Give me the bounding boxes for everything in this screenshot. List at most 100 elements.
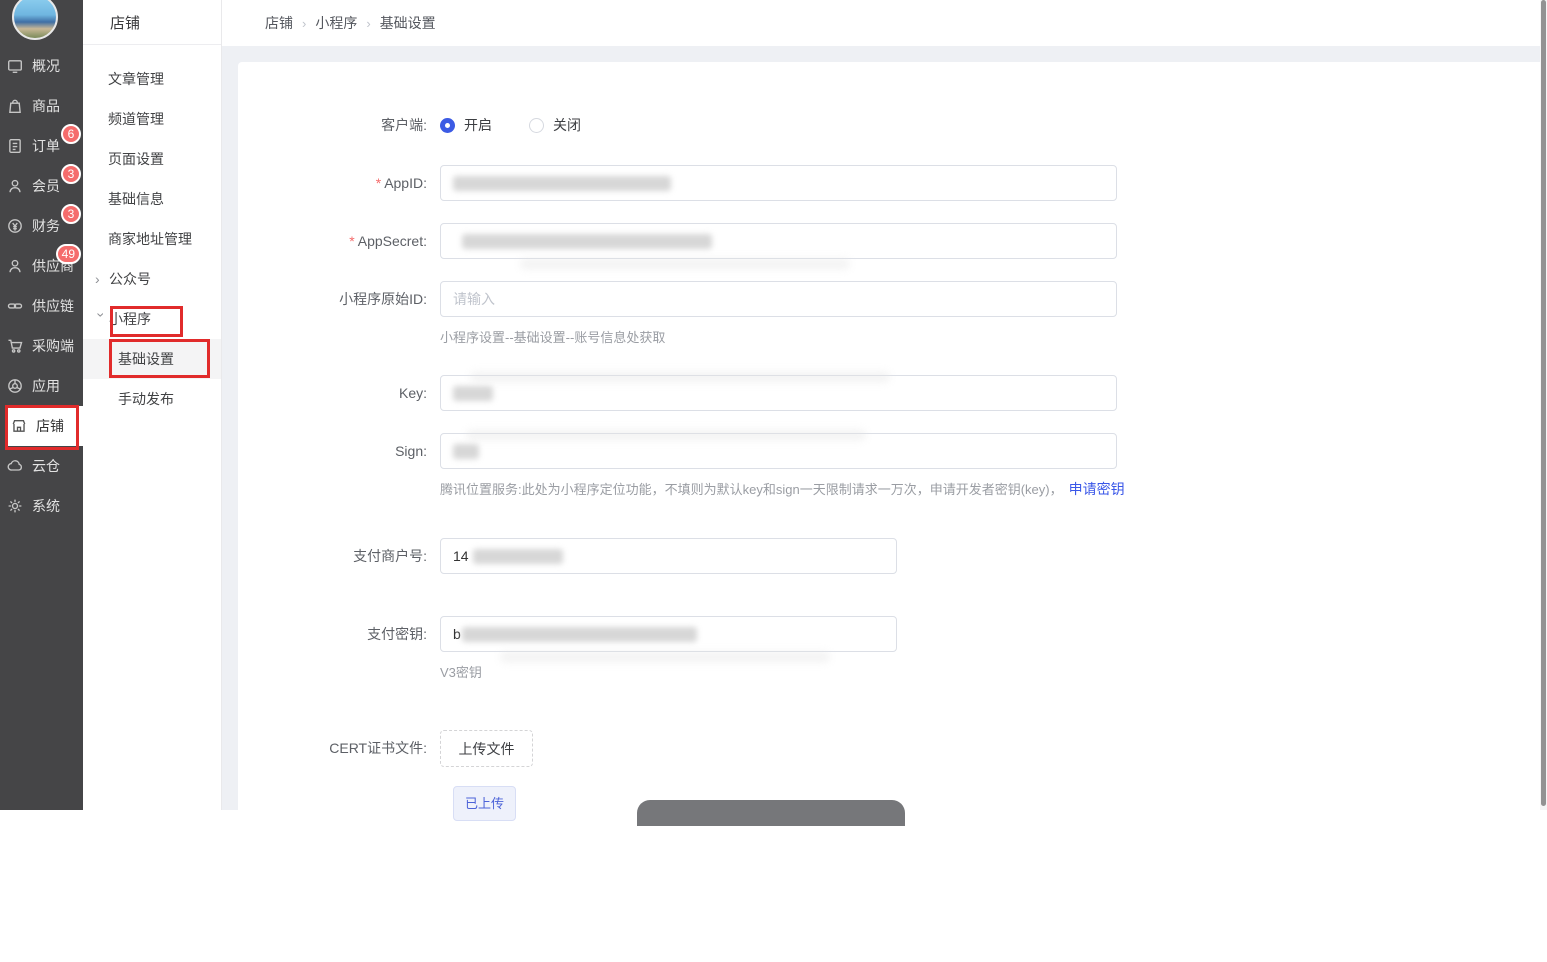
primary-sidebar: 概况 商品 订单 6 会员 3 财务 3 供应商 49 供应链 采购端 应用 店… [0,0,83,810]
finance-icon [7,218,23,234]
client-off-radio[interactable]: 关闭 [529,115,581,135]
sidebar-item-label: 云仓 [32,458,60,474]
pay-secret-label: 支付密钥: [367,626,427,642]
submenu-item-merchant-address[interactable]: 商家地址管理 [83,219,221,259]
breadcrumb-separator-icon: › [302,15,307,31]
finance-badge: 3 [61,204,81,224]
redacted-value [453,444,479,459]
sidebar-item-label: 会员 [32,178,60,194]
cert-label: CERT证书文件: [329,740,427,756]
sidebar-item-label: 应用 [32,378,60,394]
submenu-item-basic-info[interactable]: 基础信息 [83,179,221,219]
redaction-smear [500,652,830,662]
original-id-label: 小程序原始ID: [339,291,427,307]
breadcrumb-shop[interactable]: 店铺 [265,13,293,33]
submenu-group-mini-program[interactable]: › 小程序 [83,299,221,339]
appsecret-row: * AppSecret: [238,223,1117,269]
chevron-right-icon: › [95,271,100,287]
appid-row: * AppID: [238,165,1117,201]
redacted-value [453,386,493,401]
settings-form-card: 客户端: 开启 关闭 * AppID: * AppSecret: 小程序原始ID… [238,62,1540,962]
original-id-row: 小程序原始ID: 小程序设置--基础设置--账号信息处获取 [238,281,1117,346]
sidebar-item-label: 供应链 [32,298,74,314]
avatar [12,0,58,40]
orders-icon [7,138,23,154]
sign-label: Sign: [395,443,427,459]
appsecret-label: * AppSecret: [349,233,427,249]
submenu-group-official-account[interactable]: › 公众号 [83,259,221,299]
client-on-radio[interactable]: 开启 [440,115,492,135]
primary-nav: 概况 商品 订单 6 会员 3 财务 3 供应商 49 供应链 采购端 应用 店… [0,46,83,526]
submenu-item-manual-publish[interactable]: 手动发布 [83,379,221,419]
members-badge: 3 [61,164,81,184]
original-id-input[interactable] [440,281,1117,317]
apply-key-link[interactable]: 申请密钥 [1069,481,1125,497]
sign-helper: 腾讯位置服务:此处为小程序定位功能，不填则为默认key和sign一天限制请求一万… [440,481,1125,497]
secondary-sidebar: 店铺 文章管理 频道管理 页面设置 基础信息 商家地址管理 › 公众号 › 小程… [83,0,222,810]
apps-icon [7,378,23,394]
topbar: 店铺 › 小程序 › 基础设置 [222,0,1547,46]
radio-unselected-icon [529,117,544,133]
sidebar-item-apps[interactable]: 应用 [0,366,83,406]
supplier-icon [7,258,23,274]
system-icon [7,498,23,514]
client-row: 客户端: 开启 关闭 [238,113,618,137]
pay-merchant-row: 支付商户号: [238,538,897,574]
members-icon [7,178,23,194]
breadcrumb-basic-settings[interactable]: 基础设置 [380,13,436,33]
shop-icon [11,418,27,434]
bottom-toast [637,800,905,826]
sidebar-item-shop[interactable]: 店铺 [6,406,83,446]
sidebar-item-supply-chain[interactable]: 供应链 [0,286,83,326]
sidebar-item-goods[interactable]: 商品 [0,86,83,126]
sidebar-item-label: 店铺 [36,418,64,434]
sidebar-item-supplier[interactable]: 供应商 49 [0,244,83,286]
sidebar-item-cloud-warehouse[interactable]: 云仓 [0,446,83,486]
appid-label: * AppID: [375,175,427,191]
redacted-value [462,627,697,642]
cert-row: CERT证书文件: 上传文件 [238,730,533,767]
vertical-scrollbar [1540,0,1547,810]
sidebar-item-label: 订单 [32,138,60,154]
procurement-icon [7,338,23,354]
sidebar-item-orders[interactable]: 订单 6 [0,124,83,166]
breadcrumb-separator-icon: › [366,15,371,31]
orders-badge: 6 [61,124,81,144]
cloud-warehouse-icon [7,458,23,474]
sidebar-item-label: 商品 [32,98,60,114]
sidebar-item-label: 采购端 [32,338,74,354]
redaction-smear [466,430,866,440]
breadcrumb-mini-program[interactable]: 小程序 [315,13,357,33]
sidebar-item-overview[interactable]: 概况 [0,46,83,86]
dashboard-icon [7,58,23,74]
submenu-item-basic-settings[interactable]: 基础设置 [83,339,221,379]
scrollbar-thumb[interactable] [1541,0,1546,806]
radio-selected-icon [440,117,455,133]
required-asterisk: * [375,175,382,191]
breadcrumb: 店铺 › 小程序 › 基础设置 [222,0,1547,46]
pay-secret-helper: V3密钥 [440,665,482,680]
sidebar-item-finance[interactable]: 财务 3 [0,204,83,246]
pay-secret-row: 支付密钥: V3密钥 [238,616,897,681]
submenu-item-channels[interactable]: 频道管理 [83,99,221,139]
key-label: Key: [398,385,427,401]
submenu-item-page-settings[interactable]: 页面设置 [83,139,221,179]
chevron-down-icon: › [93,312,110,318]
sidebar-item-members[interactable]: 会员 3 [0,164,83,206]
pay-merchant-label: 支付商户号: [353,548,427,564]
required-asterisk: * [349,233,355,249]
sidebar-item-system[interactable]: 系统 [0,486,83,526]
submenu-title: 店铺 [83,0,221,45]
redacted-value [462,234,712,249]
redaction-smear [520,259,850,269]
goods-icon [7,98,23,114]
submenu-item-articles[interactable]: 文章管理 [83,59,221,99]
upload-file-button[interactable]: 上传文件 [440,730,533,767]
sidebar-item-label: 财务 [32,218,60,234]
supply-chain-icon [7,298,23,314]
redaction-smear [470,372,890,382]
sidebar-item-procurement[interactable]: 采购端 [0,326,83,366]
original-id-helper: 小程序设置--基础设置--账号信息处获取 [440,330,666,345]
submenu-list: 文章管理 频道管理 页面设置 基础信息 商家地址管理 › 公众号 › 小程序 基… [83,45,221,419]
sidebar-item-label: 系统 [32,498,60,514]
